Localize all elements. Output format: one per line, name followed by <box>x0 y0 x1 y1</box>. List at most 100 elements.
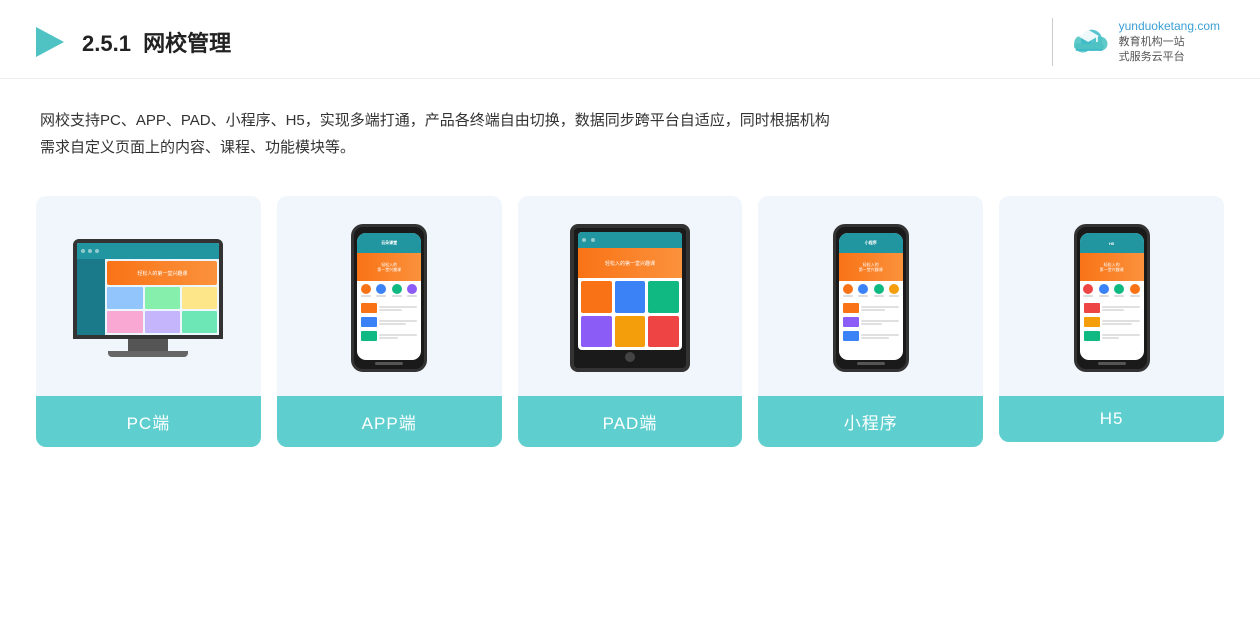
pc-banner: 轻松人的第一堂兴趣课 <box>107 261 217 285</box>
phone-course-thumb <box>1084 303 1100 313</box>
pc-grid-item <box>107 311 142 333</box>
phone-icon-circle <box>1099 284 1109 294</box>
tablet-home-button <box>625 352 635 362</box>
phone-course-item <box>359 316 419 328</box>
phone-icon-item <box>1099 284 1109 297</box>
phone-course-item <box>841 302 901 314</box>
pc-stand <box>128 339 168 351</box>
tablet-top <box>578 232 682 248</box>
pc-base <box>108 351 188 357</box>
phone-screen-top: 云朵课堂 <box>357 233 421 253</box>
pc-sidebar <box>77 259 105 335</box>
phone-course-line <box>861 320 899 322</box>
phone-course-line <box>379 337 398 339</box>
phone-icon-line <box>1114 295 1124 297</box>
pc-main: 轻松人的第一堂兴趣课 <box>105 259 219 335</box>
page: 2.5.1 网校管理 yunduoketang.com 教育机构一站 式服务云平… <box>0 0 1260 630</box>
phone-icon-item <box>889 284 899 297</box>
phone-course-lines <box>1102 320 1140 325</box>
phone-icon-item <box>874 284 884 297</box>
phone-icon-line <box>843 295 853 297</box>
miniprogram-phone-screen: 小程序 轻松入的第一堂兴趣课 <box>839 233 903 360</box>
phone-course-row <box>357 300 421 360</box>
phone-icon-circle <box>889 284 899 294</box>
pc-screen-top <box>77 243 219 259</box>
phone-course-item <box>359 302 419 314</box>
phone-course-line <box>861 309 886 311</box>
miniprogram-banner-text: 轻松入的第一堂兴趣课 <box>859 262 883 272</box>
phone-icon-circle <box>1114 284 1124 294</box>
card-app-label: APP端 <box>277 396 502 447</box>
tablet-grid-item <box>615 316 646 348</box>
phone-icon-line <box>874 295 884 297</box>
miniprogram-phone-body: 小程序 轻松入的第一堂兴趣课 <box>833 224 909 372</box>
h5-phone-screen: H5 轻松入的第一堂兴趣课 <box>1080 233 1144 360</box>
tablet-grid-item <box>615 281 646 313</box>
pc-grid-item <box>145 311 180 333</box>
h5-phone-body: H5 轻松入的第一堂兴趣课 <box>1074 224 1150 372</box>
pc-grid-item <box>182 287 217 309</box>
phone-course-thumb <box>361 331 377 341</box>
phone-course-lines <box>861 320 899 325</box>
miniprogram-icons-row <box>839 281 903 300</box>
yunduoke-logo-icon <box>1067 22 1111 62</box>
phone-course-item <box>359 330 419 342</box>
tablet-mockup: 轻松入的第一堂兴趣课 <box>570 224 690 372</box>
phone-icon-line <box>1130 295 1140 297</box>
pc-mockup: 轻松人的第一堂兴趣课 <box>73 239 223 357</box>
phone-course-thumb <box>1084 331 1100 341</box>
h5-home-bar <box>1098 362 1126 365</box>
phone-icon-item <box>392 284 402 297</box>
phone-course-line <box>1102 337 1119 339</box>
miniprogram-phone-mockup: 小程序 轻松入的第一堂兴趣课 <box>833 224 909 372</box>
phone-course-item <box>841 316 901 328</box>
phone-course-line <box>861 337 890 339</box>
phone-course-line <box>379 323 406 325</box>
phone-course-line <box>379 320 417 322</box>
phone-icon-line <box>407 295 417 297</box>
phone-icon-circle <box>843 284 853 294</box>
description-block: 网校支持PC、APP、PAD、小程序、H5，实现多端打通，产品各终端自由切换，数… <box>0 79 1260 173</box>
phone-icon-circle <box>376 284 386 294</box>
tablet-grid-item <box>648 281 679 313</box>
phone-icon-line <box>1099 295 1109 297</box>
h5-screen-top: H5 <box>1080 233 1144 253</box>
tablet-grid <box>578 278 682 350</box>
h5-phone-mockup: H5 轻松入的第一堂兴趣课 <box>1074 224 1150 372</box>
pc-dot3 <box>95 249 99 253</box>
logo-area: yunduoketang.com 教育机构一站 式服务云平台 <box>1052 18 1220 66</box>
phone-brand: 云朵课堂 <box>381 240 397 246</box>
h5-brand: H5 <box>1109 241 1114 246</box>
app-phone-mockup: 云朵课堂 轻松入的第一堂兴趣课 <box>351 224 427 372</box>
tablet-grid-item <box>648 316 679 348</box>
phone-icon-circle <box>392 284 402 294</box>
phone-icon-circle <box>1130 284 1140 294</box>
phone-course-thumb <box>843 303 859 313</box>
card-h5-image: H5 轻松入的第一堂兴趣课 <box>999 196 1224 396</box>
phone-course-line <box>379 334 417 336</box>
miniprogram-brand: 小程序 <box>865 240 877 246</box>
phone-icon-item <box>361 284 371 297</box>
phone-icon-item <box>376 284 386 297</box>
phone-icon-line <box>858 295 868 297</box>
header: 2.5.1 网校管理 yunduoketang.com 教育机构一站 式服务云平… <box>0 0 1260 79</box>
pc-banner-text: 轻松人的第一堂兴趣课 <box>137 270 187 277</box>
header-left: 2.5.1 网校管理 <box>30 23 231 61</box>
phone-course-item <box>841 330 901 342</box>
logo-text: yunduoketang.com 教育机构一站 式服务云平台 <box>1119 18 1220 66</box>
card-app: 云朵课堂 轻松入的第一堂兴趣课 <box>277 196 502 447</box>
phone-course-lines <box>379 320 417 325</box>
description-line2: 需求自定义页面上的内容、课程、功能模块等。 <box>40 134 1220 162</box>
card-h5: H5 轻松入的第一堂兴趣课 <box>999 196 1224 442</box>
miniprogram-course-row <box>839 300 903 360</box>
phone-course-thumb <box>361 303 377 313</box>
phone-screen: 云朵课堂 轻松入的第一堂兴趣课 <box>357 233 421 360</box>
h5-course-row <box>1080 300 1144 360</box>
phone-icon-item <box>1130 284 1140 297</box>
pc-screen-body: 轻松人的第一堂兴趣课 <box>77 259 219 335</box>
phone-banner: 轻松入的第一堂兴趣课 <box>357 253 421 281</box>
pc-screen: 轻松人的第一堂兴趣课 <box>77 243 219 335</box>
pc-monitor: 轻松人的第一堂兴趣课 <box>73 239 223 339</box>
phone-notch <box>377 227 401 232</box>
card-miniprogram: 小程序 轻松入的第一堂兴趣课 <box>758 196 983 447</box>
